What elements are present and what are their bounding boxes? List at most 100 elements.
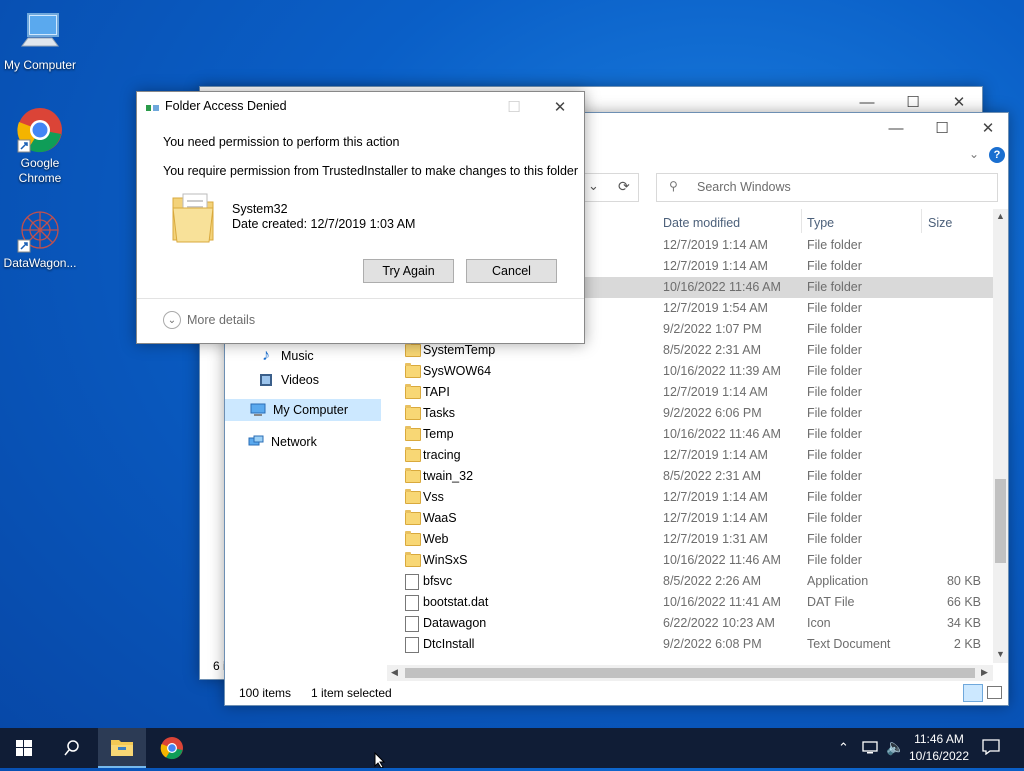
cell-size: 2 KB [953, 637, 981, 651]
table-row[interactable]: Web 12/7/2019 1:31 AM File folder [225, 529, 993, 550]
folder-name: System32 [232, 202, 288, 216]
more-details-label: More details [187, 313, 256, 327]
cell-name: WinSxS [423, 553, 468, 567]
table-row[interactable]: Datawagon 6/22/2022 10:23 AM Icon 34 KB [225, 613, 993, 634]
cell-date: 10/16/2022 11:46 AM [663, 280, 781, 294]
desktop-icon-my-computer[interactable]: My Computer [0, 8, 80, 73]
table-row[interactable]: WinSxS 10/16/2022 11:46 AM File folder [225, 550, 993, 571]
cell-date: 9/2/2022 1:07 PM [663, 322, 762, 336]
notifications-icon[interactable] [982, 739, 1000, 758]
horizontal-scrollbar[interactable]: ◀ ▶ [387, 665, 993, 681]
cell-date: 10/16/2022 11:41 AM [663, 595, 781, 609]
windows-icon [16, 740, 32, 756]
scroll-left-arrow[interactable]: ◀ [391, 667, 398, 678]
cell-type: File folder [807, 364, 862, 378]
folder-icon [405, 468, 421, 483]
scroll-down-arrow[interactable]: ▼ [996, 649, 1005, 659]
dialog-divider [137, 298, 584, 299]
folder-icon [405, 363, 421, 378]
folder-access-denied-dialog[interactable]: Folder Access Denied ☐ ✕ You need permis… [136, 91, 585, 344]
network-status-icon[interactable] [862, 740, 880, 757]
taskbar: ⌃ 🔈 11:46 AM 10/16/2022 [0, 728, 1024, 768]
cell-name: Web [423, 532, 449, 546]
table-row[interactable]: Vss 12/7/2019 1:14 AM File folder [225, 487, 993, 508]
close-button[interactable]: ✕ [537, 92, 583, 122]
cell-type: File folder [807, 301, 862, 315]
cell-type: Icon [807, 616, 831, 630]
scroll-right-arrow[interactable]: ▶ [981, 667, 988, 678]
cell-type: File folder [807, 448, 862, 462]
table-row[interactable]: DtcInstall 9/2/2022 6:08 PM Text Document 2… [225, 634, 993, 655]
table-row[interactable]: TAPI 12/7/2019 1:14 AM File folder [225, 382, 993, 403]
status-item-count: 100 items [239, 686, 292, 700]
scroll-up-arrow[interactable]: ▲ [996, 211, 1005, 221]
cell-type: DAT File [807, 595, 855, 609]
folder-icon [169, 188, 217, 249]
show-hidden-icons-icon[interactable]: ⌃ [838, 740, 849, 756]
scrollbar-thumb[interactable] [405, 668, 975, 678]
table-row[interactable]: bfsvc 8/5/2022 2:26 AM Application 80 KB [225, 571, 993, 592]
cell-date: 12/7/2019 1:14 AM [663, 259, 768, 273]
table-row[interactable]: tracing 12/7/2019 1:14 AM File folder [225, 445, 993, 466]
cancel-button[interactable]: Cancel [466, 259, 557, 283]
clock-date: 10/16/2022 [908, 749, 970, 763]
help-icon[interactable]: ? [989, 147, 1005, 163]
cell-date: 10/16/2022 11:46 AM [663, 427, 781, 441]
clock[interactable]: 11:46 AM 10/16/2022 [906, 731, 972, 765]
cell-name: twain_32 [423, 469, 474, 483]
table-row[interactable]: twain_32 8/5/2022 2:31 AM File folder [225, 466, 993, 487]
cell-name: SystemTemp [423, 343, 496, 357]
cell-type: File folder [807, 406, 862, 420]
details-view-icon[interactable] [963, 684, 983, 702]
column-header-type[interactable]: Type [807, 216, 834, 230]
start-button[interactable] [0, 728, 48, 768]
table-row[interactable]: SysWOW64 10/16/2022 11:39 AM File folder [225, 361, 993, 382]
cell-date: 10/16/2022 11:39 AM [663, 364, 781, 378]
taskbar-chrome[interactable] [148, 728, 196, 768]
vertical-scrollbar[interactable]: ▲ ▼ [993, 209, 1008, 663]
cell-date: 8/5/2022 2:26 AM [663, 574, 761, 588]
table-row[interactable]: Temp 10/16/2022 11:46 AM File folder [225, 424, 993, 445]
maximize-button[interactable]: ☐ [919, 113, 965, 143]
shield-folder-icon [146, 102, 159, 112]
desktop-icon-chrome[interactable]: Google Chrome [0, 106, 80, 186]
dialog-message: You require permission from TrustedInsta… [163, 164, 579, 178]
close-button[interactable]: ✕ [965, 113, 1011, 143]
large-icons-view-icon[interactable] [987, 686, 1002, 699]
table-row[interactable]: bootstat.dat 10/16/2022 11:41 AM DAT File 6… [225, 592, 993, 613]
table-row[interactable]: Tasks 9/2/2022 6:06 PM File folder [225, 403, 993, 424]
table-row[interactable]: WaaS 12/7/2019 1:14 AM File folder [225, 508, 993, 529]
more-details-toggle[interactable]: ⌄ More details [163, 311, 255, 329]
taskbar-file-explorer[interactable] [98, 728, 146, 768]
file-icon [405, 574, 419, 590]
desktop-icon-datawagon[interactable]: DataWagon... [0, 206, 80, 271]
cell-date: 12/7/2019 1:14 AM [663, 385, 768, 399]
folder-icon [405, 510, 421, 525]
chevron-down-icon[interactable]: ⌄ [969, 147, 979, 161]
cell-type: File folder [807, 532, 862, 546]
cell-date: 12/7/2019 1:54 AM [663, 301, 768, 315]
address-dropdown-icon[interactable]: ⌄ [588, 178, 599, 194]
try-again-button[interactable]: Try Again [363, 259, 454, 283]
desktop-icon-label: Google Chrome [18, 156, 62, 185]
cell-date: 9/2/2022 6:06 PM [663, 406, 762, 420]
cell-type: File folder [807, 238, 862, 252]
cell-type: File folder [807, 280, 862, 294]
folder-icon [405, 552, 421, 567]
cell-type: File folder [807, 553, 862, 567]
volume-icon[interactable]: 🔈 [886, 738, 905, 756]
cell-type: File folder [807, 469, 862, 483]
search-box[interactable]: ⚲ Search Windows [656, 173, 998, 202]
scrollbar-thumb[interactable] [995, 479, 1006, 563]
cell-name: SysWOW64 [423, 364, 492, 378]
search-button[interactable] [48, 728, 96, 768]
search-input[interactable]: Search Windows [697, 180, 791, 194]
cell-date: 8/5/2022 2:31 AM [663, 469, 761, 483]
cell-type: File folder [807, 427, 862, 441]
mouse-cursor [374, 751, 386, 771]
column-header-size[interactable]: Size [928, 216, 952, 230]
refresh-icon[interactable]: ⟳ [618, 178, 630, 195]
minimize-button[interactable]: — [873, 113, 919, 143]
column-header-date[interactable]: Date modified [663, 216, 740, 230]
cell-type: Application [807, 574, 869, 588]
